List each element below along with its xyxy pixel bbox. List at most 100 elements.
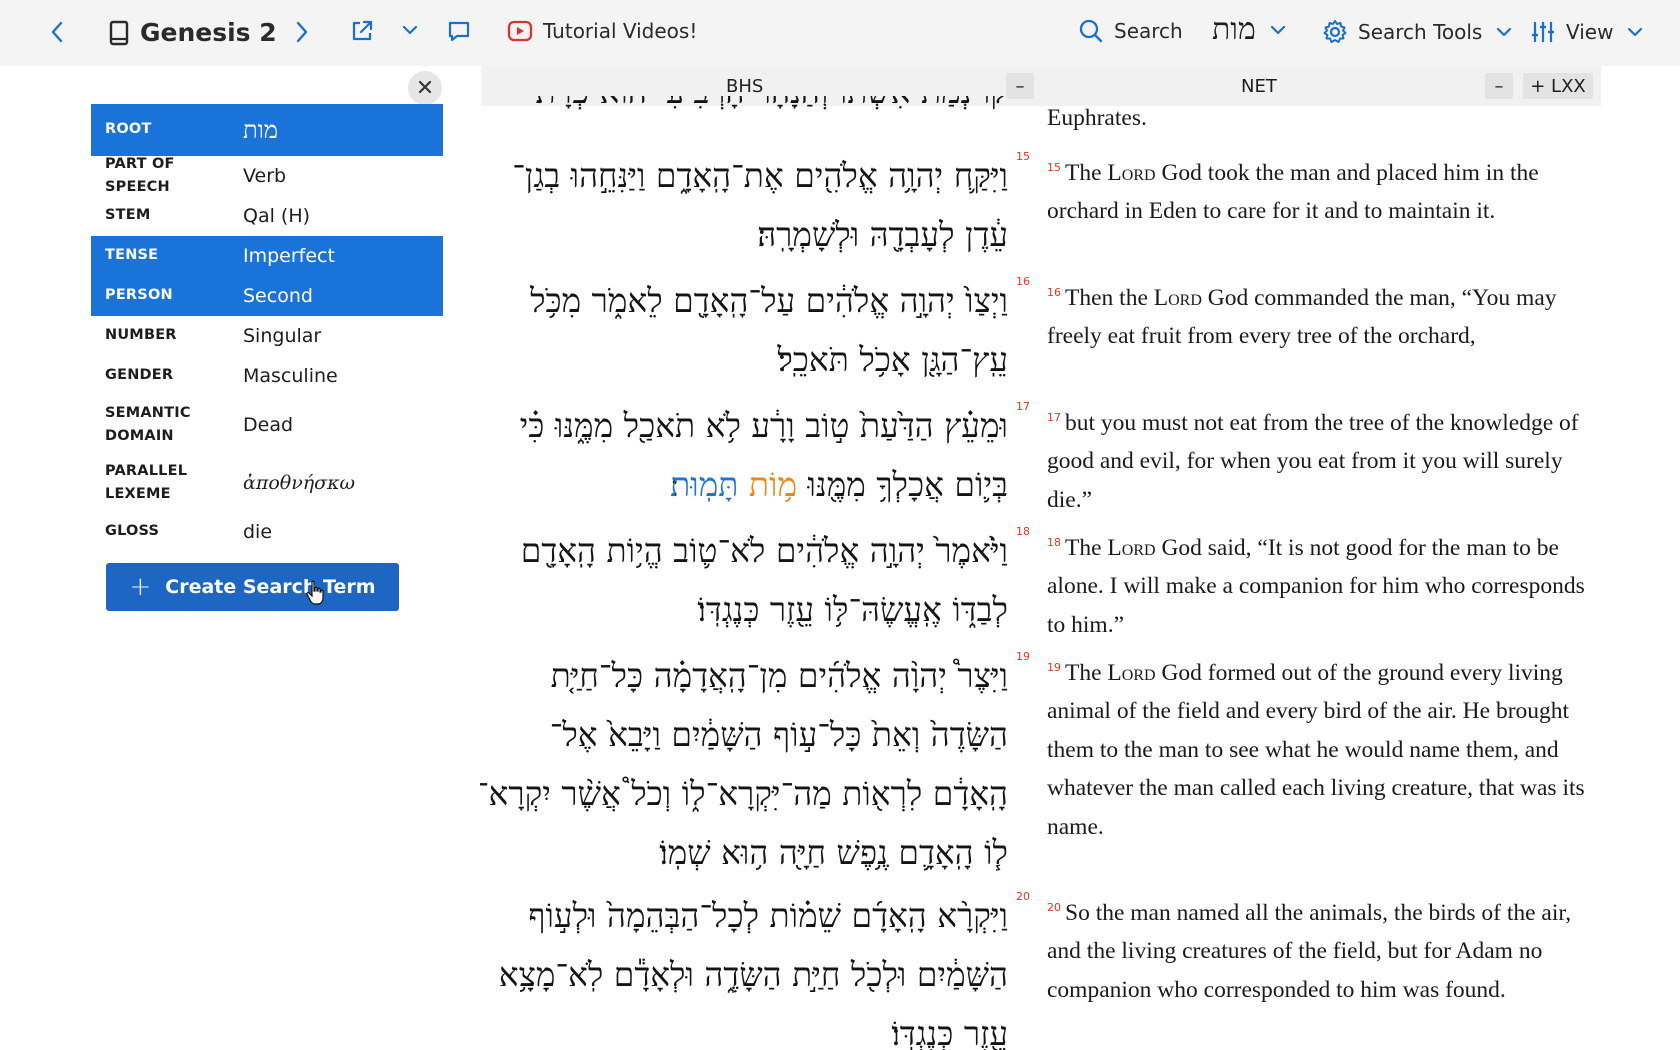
verse-number[interactable]: 19 — [1047, 661, 1061, 674]
book-selector[interactable]: Genesis 2 — [108, 18, 277, 47]
morph-value: Singular — [243, 325, 322, 347]
morph-row-stem[interactable]: STEM Qal (H) — [91, 196, 443, 236]
next-chapter-chevron-right-icon[interactable] — [295, 20, 309, 44]
verse-number[interactable]: 18 — [1047, 536, 1061, 549]
morph-label: PART OF SPEECH — [105, 155, 175, 195]
english-verse-17: 17 but you must not eat from the tree of … — [1047, 399, 1595, 519]
hebrew-line[interactable]: ל֧וֹ הָֽאָדָ֛ם נֶ֥פֶשׁ חַיָּ֖ה ה֥וּא שְׁ… — [480, 823, 1008, 882]
verse-number[interactable]: 17 — [1047, 411, 1061, 424]
verse-number[interactable]: 15 — [1016, 150, 1030, 163]
english-text[interactable]: God formed out of the ground every livin… — [1047, 660, 1585, 840]
morph-row-number[interactable]: NUMBER Singular — [91, 316, 443, 356]
verse-number[interactable]: 17 — [1016, 400, 1030, 413]
hebrew-line[interactable]: וַיִּקַּ֛ח יְהוָ֥ה אֱלֹהִ֖ים אֶת־הָֽאָדָ… — [480, 146, 1008, 205]
search-tools-chevron-down-icon — [1496, 26, 1512, 38]
english-text[interactable]: So the man named all the animals, the bi… — [1047, 900, 1571, 1003]
hebrew-line[interactable]: עֵ֖זֶר כְּנֶגְדּֽוֹ׃ — [480, 1004, 1008, 1050]
close-panel-button[interactable] — [408, 71, 442, 105]
english-text[interactable]: Euphrates. — [1047, 105, 1147, 131]
search-label: Search — [1114, 19, 1183, 43]
search-button[interactable]: Search — [1078, 18, 1183, 44]
search-tools-menu[interactable]: Search Tools — [1322, 19, 1512, 45]
view-menu[interactable]: View — [1530, 19, 1643, 45]
hebrew-line[interactable]: הַשָּׂדֶה֙ וְאֵת֙ כָּל־ע֣וֹף הַשָּׁמַ֔יִ… — [480, 705, 1008, 764]
hebrew-version-title[interactable]: BHS — [726, 76, 763, 97]
book-icon — [108, 19, 130, 47]
english-text-column: Euphrates. 15 The Lord God took the man a… — [1047, 96, 1607, 1050]
english-verse-18: 18 The Lord God said, “It is not good for… — [1047, 524, 1595, 644]
create-search-term-button[interactable]: + Create Search Term — [106, 563, 399, 611]
english-text[interactable]: The — [1065, 660, 1107, 686]
morph-value: Dead — [243, 414, 294, 436]
morph-row-part-of-speech[interactable]: PART OF SPEECH Verb — [91, 156, 443, 196]
gear-icon — [1322, 19, 1348, 45]
english-text[interactable]: Then the — [1065, 285, 1154, 311]
morph-row-parallel-lexeme[interactable]: PARALLEL LEXEME ἀποθνήσκω — [91, 454, 443, 512]
hebrew-verse-17: 17 וּמֵעֵ֗ץ הַדַּ֙עַת֙ ט֣וֹב וָרָ֔ע לֹ֥א… — [480, 396, 1030, 514]
english-verse-16: 16 Then the Lord God commanded the man, “… — [1047, 274, 1595, 356]
morph-row-tense[interactable]: TENSE Imperfect — [91, 236, 443, 276]
lord-small-caps[interactable]: Lord — [1154, 285, 1202, 311]
morph-row-root[interactable]: ROOT מות — [91, 104, 443, 156]
hand-cursor-icon — [306, 580, 326, 610]
verse-number[interactable]: 20 — [1016, 890, 1030, 903]
morph-row-semantic-domain[interactable]: SEMANTIC DOMAIN Dead — [91, 396, 443, 454]
english-text[interactable]: but you must not eat from the tree of th… — [1047, 410, 1579, 513]
lord-small-caps[interactable]: Lord — [1107, 660, 1155, 686]
morph-label: ROOT — [105, 121, 152, 138]
hebrew-line[interactable]: וַיִּקְרָ֨א הָֽאָדָ֜ם שֵׁמ֗וֹת לְכָל־הַב… — [480, 886, 1008, 945]
hebrew-line[interactable]: הָֽאָדָ֔ם לִרְא֖וֹת מַה־יִּקְרָא־ל֑וֹ וְ… — [480, 764, 1008, 823]
morph-label: NUMBER — [105, 327, 177, 344]
hebrew-words[interactable]: בְּי֛וֹם אֲכָלְךָ֥ מִמֶּ֖נּוּ — [808, 465, 1008, 504]
english-text[interactable]: The — [1065, 535, 1107, 561]
morph-row-gender[interactable]: GENDER Masculine — [91, 356, 443, 396]
hebrew-verse-19: 19 וַיִּצֶר֩ יְהוָ֨ה אֱלֹהִ֜ים מִן־הָֽאֲ… — [480, 646, 1030, 882]
english-text[interactable]: The — [1065, 160, 1107, 186]
morph-value: Masculine — [243, 365, 338, 387]
lord-small-caps[interactable]: Lord — [1107, 160, 1155, 186]
external-link-icon[interactable] — [350, 19, 374, 43]
hebrew-line[interactable]: הַשָּׁמַ֔יִם וּלְכֹ֖ל חַיַּ֣ת הַשָּׂדֶ֑ה… — [480, 945, 1008, 1004]
morph-value: Qal (H) — [243, 205, 311, 227]
hebrew-verse-20: 20 וַיִּקְרָ֨א הָֽאָדָ֜ם שֵׁמ֗וֹת לְכָל־… — [480, 886, 1030, 1050]
word-morphology-panel: ROOT מות PART OF SPEECH Verb STEM Qal (H… — [91, 104, 443, 552]
english-version-title[interactable]: NET — [1241, 76, 1277, 97]
highlighted-selected-word[interactable]: תָּמֽוּת — [670, 465, 738, 504]
hebrew-line[interactable]: וּמֵעֵ֗ץ הַדַּ֙עַת֙ ט֣וֹב וָרָ֔ע לֹ֥א תֹ… — [480, 396, 1008, 455]
hebrew-verse-15: 15 וַיִּקַּ֛ח יְהוָ֥ה אֱלֹהִ֖ים אֶת־הָֽא… — [480, 146, 1030, 264]
verse-number[interactable]: 16 — [1016, 275, 1030, 288]
hebrew-line[interactable]: קוֹ נְמַת אִשְׁתּוֹ וְהַנָּהָר הָרְבִיעִ… — [480, 96, 1008, 121]
morph-label: SEMANTIC DOMAIN — [105, 404, 191, 444]
morph-label: GLOSS — [105, 523, 160, 540]
hebrew-text-column: קוֹ נְמַת אִשְׁתּוֹ וְהַנָּהָר הָרְבִיעִ… — [480, 96, 1036, 1050]
morph-value: Imperfect — [243, 245, 335, 267]
book-title: Genesis 2 — [140, 18, 277, 47]
hebrew-line[interactable]: וַיֹּ֙אמֶר֙ יְהוָ֣ה אֱלֹהִ֔ים לֹא־ט֛וֹב … — [480, 521, 1008, 580]
lord-small-caps[interactable]: Lord — [1107, 535, 1155, 561]
more-chevron-down-icon[interactable] — [402, 24, 418, 36]
search-term-selector[interactable]: מות — [1212, 12, 1286, 47]
verse-number[interactable]: 16 — [1047, 286, 1061, 299]
hebrew-line[interactable]: וַיְצַו֙ יְהוָ֣ה אֱלֹהִ֔ים עַל־הָֽאָדָ֖ם… — [480, 271, 1008, 330]
morph-label: PARALLEL LEXEME — [105, 462, 188, 502]
verse-number[interactable]: 18 — [1016, 525, 1030, 538]
verse-number[interactable]: 20 — [1047, 901, 1061, 914]
hebrew-line[interactable]: עֵֽץ־הַגָּ֖ן אָכֹ֥ל תֹּאכֵֽל׃ — [480, 330, 1008, 389]
morph-label: PERSON — [105, 287, 173, 304]
tutorial-videos-link[interactable]: Tutorial Videos! — [507, 19, 697, 43]
previous-chapter-chevron-left-icon[interactable] — [50, 20, 64, 44]
hebrew-line[interactable]: וַיִּצֶר֩ יְהוָ֨ה אֱלֹהִ֜ים מִן־הָֽאֲדָמ… — [480, 646, 1008, 705]
morph-row-person[interactable]: PERSON Second — [91, 276, 443, 316]
highlighted-search-word[interactable]: מ֥וֹת — [749, 465, 797, 504]
toolbar: Genesis 2 Tutorial Videos! Search מות Se… — [0, 0, 1680, 66]
morph-row-gloss[interactable]: GLOSS die — [91, 512, 443, 552]
hebrew-line[interactable]: עֵ֔דֶן לְעָבְדָ֖הּ וּלְשָׁמְרָֽהּ׃ — [480, 205, 1008, 264]
view-chevron-down-icon — [1627, 26, 1643, 38]
hebrew-verse-18: 18 וַיֹּ֙אמֶר֙ יְהוָ֣ה אֱלֹהִ֔ים לֹא־ט֛ו… — [480, 521, 1030, 639]
english-verse-15: 15 The Lord God took the man and placed h… — [1047, 149, 1595, 231]
verse-number[interactable]: 15 — [1047, 161, 1061, 174]
tutorial-videos-label: Tutorial Videos! — [543, 19, 698, 43]
comment-icon[interactable] — [447, 19, 471, 43]
hebrew-line[interactable]: לְבַדּ֑וֹ אֶֽעֱשֶׂהּ־לּ֥וֹ עֵ֖זֶר כְּנֶג… — [480, 580, 1008, 639]
verse-number[interactable]: 19 — [1016, 650, 1030, 663]
